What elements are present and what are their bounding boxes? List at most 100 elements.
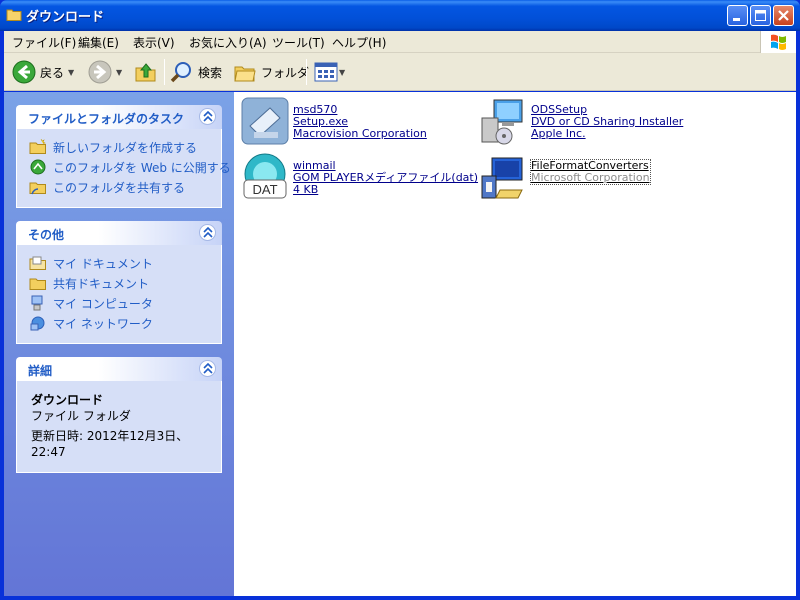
task-label: このフォルダを Web に公開する	[53, 160, 231, 175]
back-label: 戻る	[40, 65, 65, 80]
explorer-window: ダウンロード ファイル(F) 編集(E) 表示(V) お気に入り(A) ツール(…	[0, 0, 800, 600]
folders-icon	[234, 66, 256, 82]
menu-tools[interactable]: ツール(T)	[272, 34, 325, 51]
views-button[interactable]: ▼	[314, 58, 345, 86]
details-panel: 詳細 ダウンロード ファイル フォルダ 更新日時: 2012年12月3日、22:…	[16, 357, 222, 473]
other-panel-body: マイ ドキュメント 共有ドキュメント マイ コンピュータ マイ ネットワーク	[16, 245, 222, 344]
place-label: マイ コンピュータ	[53, 296, 153, 311]
share-folder-icon	[29, 182, 46, 195]
other-panel-header[interactable]: その他	[16, 221, 222, 245]
file-item-fileformatconverters[interactable]: FileFormatConverters Microsoft Corporati…	[478, 152, 678, 204]
chevron-up-icon	[203, 111, 213, 122]
search-icon	[170, 62, 191, 83]
folders-label: フォルダ	[261, 65, 310, 80]
toolbar-separator	[164, 59, 165, 85]
file-company: Macrovision Corporation	[293, 127, 427, 140]
file-list: msd570 Setup.exe Macrovision Corporation…	[234, 92, 796, 596]
forward-arrow-icon	[88, 60, 112, 84]
tasks-panel: ファイルとフォルダのタスク 新しいフォルダを作成する このフォルダを Web に…	[16, 105, 231, 208]
minimize-icon	[733, 18, 740, 21]
globe-icon	[30, 159, 46, 175]
chevron-up-icon	[203, 363, 213, 374]
maximize-icon	[755, 10, 766, 21]
details-folder-type: ファイル フォルダ	[31, 409, 131, 423]
menu-edit[interactable]: 編集(E)	[78, 34, 119, 51]
menu-help[interactable]: ヘルプ(H)	[332, 34, 386, 51]
file-item-msd570[interactable]: msd570 Setup.exe Macrovision Corporation	[240, 96, 440, 148]
folder-icon	[6, 9, 22, 21]
views-icon	[314, 62, 338, 82]
task-pane: ファイルとフォルダのタスク 新しいフォルダを作成する このフォルダを Web に…	[4, 92, 234, 596]
details-panel-header[interactable]: 詳細	[16, 357, 222, 381]
up-folder-button[interactable]	[134, 58, 158, 86]
back-arrow-icon	[12, 60, 36, 84]
task-label: 新しいフォルダを作成する	[53, 140, 198, 155]
other-places-panel: その他 マイ ドキュメント 共有ドキュメント マイ コンピュータ マイ ネットワ…	[16, 221, 222, 344]
place-my-network[interactable]: マイ ネットワーク	[29, 313, 221, 333]
search-label: 検索	[198, 65, 223, 80]
file-size: 4 KB	[293, 183, 319, 196]
file-item-odssetup[interactable]: ODSSetup DVD or CD Sharing Installer App…	[478, 96, 698, 148]
window-title: ダウンロード	[26, 10, 105, 25]
folder-up-icon	[135, 63, 156, 82]
place-label: マイ ネットワーク	[53, 316, 153, 331]
collapse-button[interactable]	[199, 224, 216, 241]
file-type: GOM PLAYERメディアファイル(dat)	[293, 171, 479, 184]
chevron-down-icon[interactable]: ▼	[116, 68, 122, 77]
svg-text:DAT: DAT	[252, 182, 277, 197]
menu-file[interactable]: ファイル(F)	[12, 34, 76, 51]
file-company: Apple Inc.	[531, 127, 586, 140]
my-documents-icon	[29, 256, 46, 270]
place-label: 共有ドキュメント	[53, 276, 150, 291]
task-new-folder[interactable]: 新しいフォルダを作成する	[29, 137, 221, 157]
chevron-down-icon[interactable]: ▼	[339, 68, 345, 77]
task-share-folder[interactable]: このフォルダを共有する	[29, 177, 221, 197]
tasks-panel-title: ファイルとフォルダのタスク	[28, 112, 185, 126]
place-label: マイ ドキュメント	[53, 256, 153, 271]
menu-favorites[interactable]: お気に入り(A)	[189, 34, 267, 51]
window-border-right	[796, 31, 800, 600]
file-item-winmail[interactable]: DAT winmail GOM PLAYERメディアファイル(dat) 4 KB	[240, 152, 478, 204]
dat-file-icon: DAT	[243, 153, 287, 199]
content-area: ファイルとフォルダのタスク 新しいフォルダを作成する このフォルダを Web に…	[4, 92, 796, 596]
installer-icon	[241, 97, 289, 145]
search-button[interactable]: 検索	[170, 58, 222, 86]
minimize-button[interactable]	[727, 5, 748, 26]
maximize-button[interactable]	[750, 5, 771, 26]
task-publish-web[interactable]: このフォルダを Web に公開する	[29, 157, 231, 177]
setup-computer-icon	[481, 99, 523, 145]
tasks-panel-body: 新しいフォルダを作成する このフォルダを Web に公開する このフォルダを共有…	[16, 129, 231, 208]
my-computer-icon	[31, 295, 43, 311]
new-folder-icon	[29, 139, 46, 154]
title-bar[interactable]: ダウンロード	[0, 0, 800, 31]
task-label: このフォルダを共有する	[53, 180, 186, 195]
other-panel-title: その他	[28, 228, 65, 242]
windows-logo	[760, 31, 796, 53]
toolbar: 戻る ▼ ▼ 検索 フォルダ ▼	[4, 53, 796, 91]
menu-bar: ファイル(F) 編集(E) 表示(V) お気に入り(A) ツール(T) ヘルプ(…	[4, 31, 796, 53]
place-my-documents[interactable]: マイ ドキュメント	[29, 253, 221, 273]
back-button[interactable]: 戻る ▼	[12, 58, 74, 86]
forward-button[interactable]: ▼	[88, 58, 122, 86]
details-panel-title: 詳細	[28, 364, 53, 378]
network-icon	[30, 316, 45, 331]
close-icon	[778, 10, 789, 21]
close-button[interactable]	[773, 5, 794, 26]
file-company: Microsoft Corporation	[531, 171, 650, 184]
collapse-button[interactable]	[199, 108, 216, 125]
msi-installer-icon	[481, 157, 523, 199]
chevron-up-icon	[203, 227, 213, 238]
menu-view[interactable]: 表示(V)	[133, 34, 175, 51]
chevron-down-icon[interactable]: ▼	[68, 68, 74, 77]
windows-flag-icon	[771, 34, 786, 50]
folders-button[interactable]: フォルダ	[233, 58, 309, 86]
window-border-bottom	[0, 596, 800, 600]
tasks-panel-header[interactable]: ファイルとフォルダのタスク	[16, 105, 222, 129]
details-modified: 更新日時: 2012年12月3日、22:47	[31, 429, 189, 459]
details-folder-name: ダウンロード	[31, 393, 104, 407]
details-panel-body: ダウンロード ファイル フォルダ 更新日時: 2012年12月3日、22:47	[16, 381, 222, 473]
place-shared-documents[interactable]: 共有ドキュメント	[29, 273, 221, 293]
collapse-button[interactable]	[199, 360, 216, 377]
place-my-computer[interactable]: マイ コンピュータ	[29, 293, 221, 313]
shared-folder-icon	[29, 278, 46, 290]
